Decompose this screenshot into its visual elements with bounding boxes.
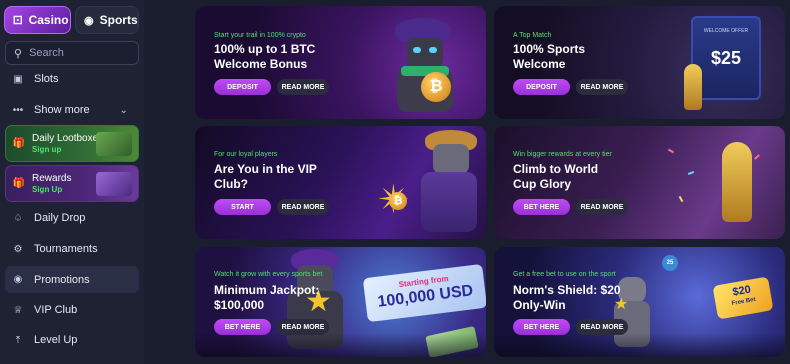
- jackpot-billboard: Starting from 100,000 USD: [362, 263, 486, 323]
- sidebar-promo-lootboxes[interactable]: 🎁 Daily Lootboxes Sign up: [5, 125, 139, 162]
- card-tagline: For our loyal players: [214, 151, 278, 158]
- read-more-button[interactable]: READ MORE: [576, 79, 628, 95]
- card-tagline: Start your trail in 100% crypto: [214, 32, 306, 39]
- arrow-up-icon: ⤒: [15, 334, 21, 346]
- gift-icon: 🎁: [12, 138, 26, 149]
- sidebar-item-label: Tournaments: [34, 243, 98, 255]
- ball-icon: ◉: [84, 14, 94, 27]
- promo-title: Rewards: [32, 173, 72, 185]
- casino-sports-switch: ⚀ Casino ◉ Sports: [4, 6, 139, 34]
- free-bet-ticket: $20 Free Bet: [712, 276, 774, 320]
- jersey-amount: $25: [710, 48, 742, 68]
- promo-subtitle: Sign up: [32, 144, 62, 154]
- bitcoin-coin-icon: ₿: [389, 192, 407, 210]
- sidebar-promo-rewards[interactable]: 🎁 Rewards Sign Up: [5, 165, 139, 202]
- deposit-button[interactable]: DEPOSIT: [513, 79, 570, 95]
- sidebar-item-label: VIP Club: [34, 304, 78, 316]
- sidebar-item-label: Promotions: [34, 273, 90, 286]
- sidebar-item-level-up[interactable]: ⤒ Level Up: [0, 331, 144, 349]
- card-tagline: Watch it grow with every sports bet: [214, 271, 323, 278]
- sidebar-item-promotions[interactable]: ◉ Promotions: [5, 266, 139, 293]
- card-fade: [195, 333, 486, 357]
- card-title: Norm's Shield: $20 Only-Win: [513, 283, 621, 312]
- casino-tab-label: Casino: [28, 13, 69, 27]
- bitcoin-coin-icon: ₿: [421, 72, 451, 102]
- level-badge: 25: [662, 255, 678, 271]
- slot-machine-icon: ▣: [13, 73, 23, 85]
- world-cup-trophy-illustration: [722, 142, 752, 222]
- read-more-button[interactable]: READ MORE: [277, 199, 329, 215]
- chevron-down-icon: ⌄: [119, 104, 128, 116]
- sidebar: ⚀ Casino ◉ Sports ⚲ Search ▣ Slots ••• S…: [0, 0, 144, 364]
- sidebar-item-tournaments[interactable]: ⚙ Tournaments: [0, 240, 144, 258]
- sidebar-item-label: Show more: [34, 104, 90, 116]
- robot-cowboy-illustration: [375, 14, 475, 114]
- confetti-illustration: [654, 132, 774, 232]
- card-title: Are You in the VIP Club?: [214, 162, 317, 191]
- lootbox-image: [96, 132, 132, 156]
- rewards-image: [96, 172, 132, 196]
- read-more-button[interactable]: READ MORE: [277, 79, 329, 95]
- gift-icon: 🎁: [12, 178, 26, 189]
- promo-card-btc-welcome[interactable]: ₿ Start your trail in 100% crypto 100% u…: [195, 6, 486, 119]
- tournament-icon: ⚙: [13, 243, 23, 255]
- sidebar-item-label: Slots: [34, 73, 59, 85]
- promo-subtitle: Sign Up: [32, 184, 63, 194]
- promo-card-sports-welcome[interactable]: WELCOME OFFER $25 A Top Match 100% Sport…: [494, 6, 785, 119]
- jersey-banner: WELCOME OFFER: [703, 28, 749, 34]
- bet-here-button[interactable]: BET HERE: [513, 199, 570, 215]
- sidebar-item-label: Level Up: [34, 334, 78, 346]
- card-fade: [494, 333, 785, 357]
- promo-title: Daily Lootboxes: [32, 133, 104, 145]
- promo-card-norms-shield[interactable]: 25 $20 Free Bet ★ Get a free bet to use …: [494, 247, 785, 357]
- search-icon: ⚲: [14, 47, 23, 60]
- card-title: 100% up to 1 BTC Welcome Bonus: [214, 42, 316, 71]
- card-title: 100% Sports Welcome: [513, 42, 586, 71]
- sports-tab-label: Sports: [99, 13, 138, 27]
- sidebar-item-slots[interactable]: ▣ Slots: [0, 70, 144, 88]
- crown-icon: ♕: [13, 304, 23, 316]
- read-more-button[interactable]: READ MORE: [576, 199, 628, 215]
- dots-icon: •••: [12, 104, 24, 116]
- sidebar-item-daily-drop[interactable]: ♤ Daily Drop: [0, 209, 144, 227]
- card-tagline: Win bigger rewards at every tier: [513, 151, 612, 158]
- start-button[interactable]: START: [214, 199, 271, 215]
- dice-icon: ⚀: [13, 14, 23, 27]
- search-placeholder: Search: [29, 47, 64, 59]
- sidebar-show-more[interactable]: ••• Show more ⌄: [0, 101, 144, 119]
- promo-card-vip-club[interactable]: ✴ ₿ For our loyal players Are You in the…: [195, 126, 486, 239]
- promotion-icon: ◉: [13, 274, 23, 285]
- search-input[interactable]: ⚲ Search: [5, 41, 139, 65]
- card-title: Minimum Jackpot: $100,000: [214, 283, 320, 312]
- casino-tab[interactable]: ⚀ Casino: [4, 6, 71, 34]
- card-tagline: Get a free bet to use on the sport: [513, 271, 616, 278]
- sidebar-item-vip-club[interactable]: ♕ VIP Club: [0, 301, 144, 319]
- sidebar-item-label: Daily Drop: [34, 212, 86, 224]
- sports-tab[interactable]: ◉ Sports: [75, 6, 139, 34]
- trophy-icon: ♤: [13, 212, 23, 224]
- card-title: Climb to World Cup Glory: [513, 162, 599, 191]
- deposit-button[interactable]: DEPOSIT: [214, 79, 271, 95]
- promo-card-jackpot[interactable]: Starting from 100,000 USD ★ Watch it gro…: [195, 247, 486, 357]
- trophy-illustration: [684, 64, 702, 110]
- promo-card-world-cup[interactable]: Win bigger rewards at every tier Climb t…: [494, 126, 785, 239]
- card-tagline: A Top Match: [513, 32, 552, 39]
